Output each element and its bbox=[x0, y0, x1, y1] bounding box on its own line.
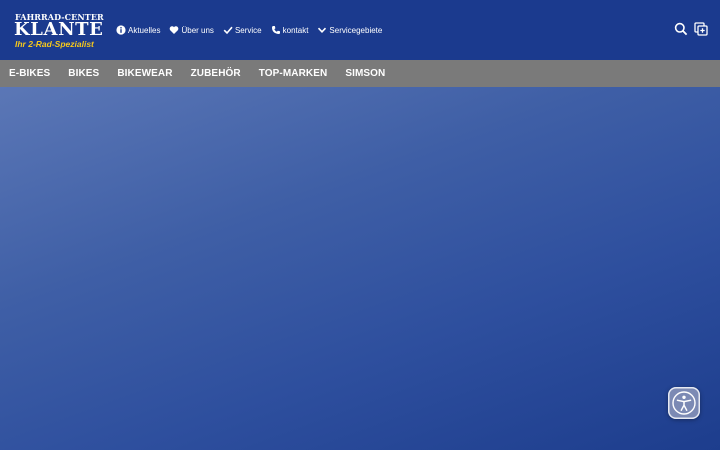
search-icon[interactable] bbox=[674, 22, 688, 36]
top-nav-label: Service bbox=[234, 25, 262, 35]
chevron-down-icon bbox=[317, 25, 327, 35]
site-logo[interactable]: FAHRRAD-CENTER KLANTE Ihr 2-Rad-Speziali… bbox=[13, 11, 104, 51]
page: FAHRRAD-CENTER KLANTE Ihr 2-Rad-Speziali… bbox=[0, 0, 720, 450]
hero-banner bbox=[0, 87, 720, 450]
accessibility-button[interactable] bbox=[668, 387, 700, 419]
category-bikewear[interactable]: BIKEWEAR bbox=[108, 68, 181, 79]
category-simson[interactable]: SIMSON bbox=[336, 68, 394, 79]
category-bikes[interactable]: BIKES bbox=[59, 68, 108, 79]
category-top-marken[interactable]: TOP-MARKEN bbox=[250, 68, 337, 79]
top-nav-label: Servicegebiete bbox=[329, 25, 383, 35]
top-nav-servicegebiete[interactable]: Servicegebiete bbox=[317, 25, 382, 35]
info-circle-icon bbox=[116, 25, 126, 35]
top-nav-service[interactable]: Service bbox=[223, 25, 262, 35]
top-nav-ueber-uns[interactable]: Über uns bbox=[169, 25, 214, 35]
site-header: FAHRRAD-CENTER KLANTE Ihr 2-Rad-Speziali… bbox=[0, 0, 720, 60]
phone-icon bbox=[271, 25, 281, 35]
new-window-icon[interactable] bbox=[694, 22, 708, 36]
category-zubehoer[interactable]: ZUBEHÖR bbox=[182, 68, 250, 79]
top-nav: Aktuelles Über uns Service kontakt Servi… bbox=[116, 22, 391, 38]
top-nav-label: Aktuelles bbox=[128, 25, 161, 35]
top-nav-label: Über uns bbox=[181, 25, 214, 35]
top-nav-aktuelles[interactable]: Aktuelles bbox=[116, 25, 160, 35]
logo-line2: KLANTE bbox=[14, 19, 104, 40]
heart-icon bbox=[169, 25, 179, 35]
logo-tagline: Ihr 2-Rad-Spezialist bbox=[15, 39, 94, 49]
top-nav-kontakt[interactable]: kontakt bbox=[271, 25, 309, 35]
category-nav: E-BIKES BIKES BIKEWEAR ZUBEHÖR TOP-MARKE… bbox=[0, 60, 720, 87]
top-nav-label: kontakt bbox=[282, 25, 309, 35]
checkmark-icon bbox=[223, 25, 233, 35]
category-e-bikes[interactable]: E-BIKES bbox=[0, 68, 59, 79]
accessibility-person-icon bbox=[672, 391, 696, 415]
